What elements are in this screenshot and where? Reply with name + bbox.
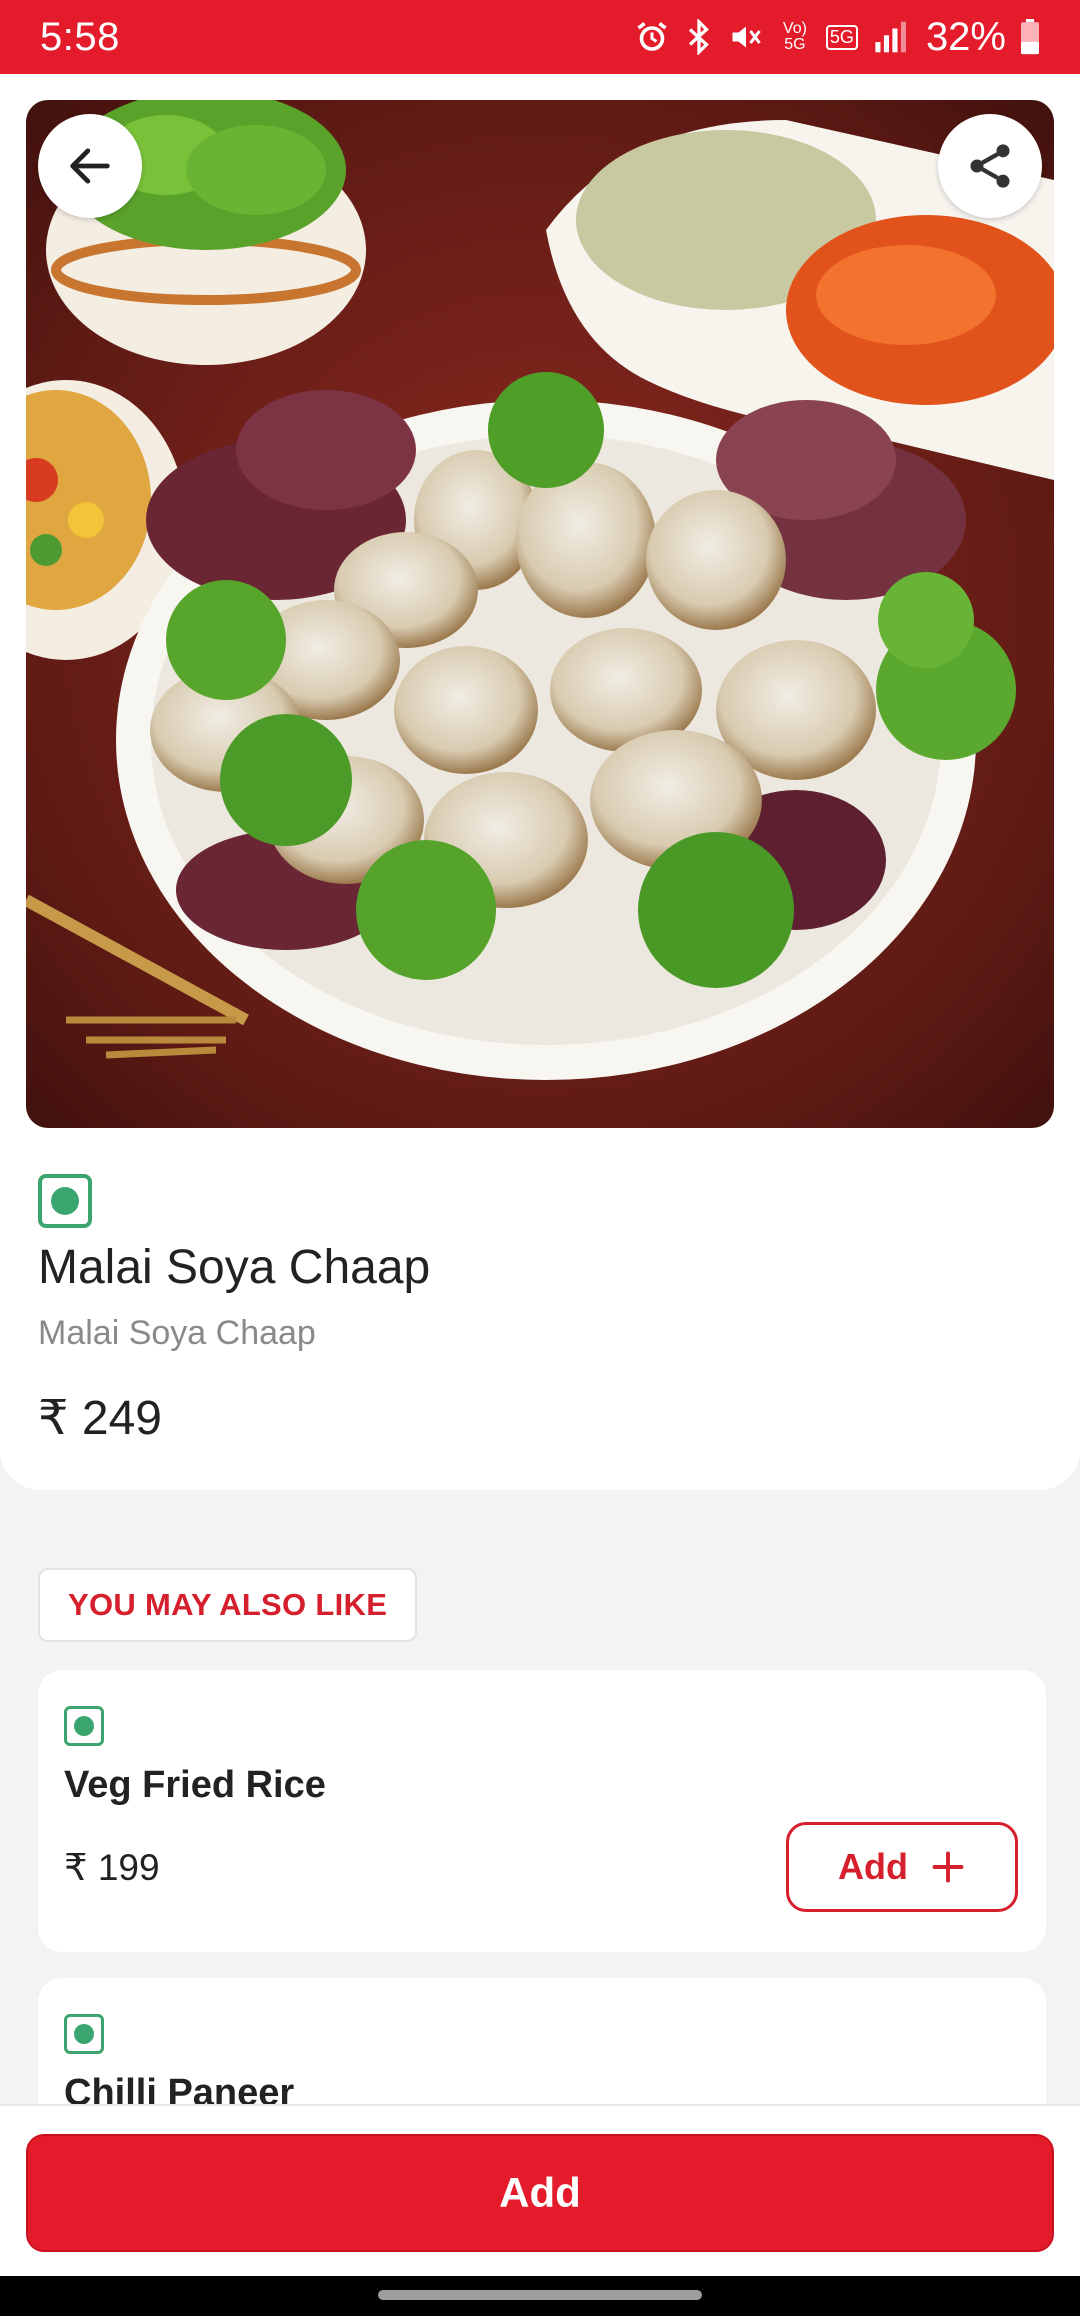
add-to-cart-button[interactable]: Add — [26, 2134, 1054, 2252]
arrow-left-icon — [70, 148, 110, 184]
veg-indicator-icon — [64, 2014, 104, 2054]
share-icon — [970, 144, 1010, 188]
network-type-label: 5G — [825, 24, 858, 50]
status-icons: Vo) 5G 5G 32% — [634, 15, 1040, 60]
battery-percent: 32% — [925, 14, 1006, 59]
back-button[interactable] — [38, 114, 142, 218]
bottom-action-bar: Add — [0, 2104, 1080, 2276]
add-button-label: Add — [838, 1846, 908, 1887]
add-veg-fried-rice-button[interactable]: Add — [786, 1822, 1018, 1912]
dish-description: Malai Soya Chaap — [38, 1314, 316, 1352]
product-card: Malai Soya Chaap Malai Soya Chaap ₹ 249 — [0, 74, 1080, 1490]
product-image — [26, 100, 1054, 1128]
recommendations-heading: YOU MAY ALSO LIKE — [38, 1568, 418, 1642]
veg-indicator-icon — [64, 1706, 104, 1746]
gesture-nav-bar — [0, 2276, 1080, 2316]
recommendation-name: Veg Fried Rice — [64, 1764, 326, 1806]
status-time: 5:58 — [40, 14, 120, 59]
plus-icon — [932, 1851, 964, 1883]
home-indicator[interactable] — [378, 2290, 702, 2300]
status-bar: 5:58 Vo) 5G 5G 32% — [0, 0, 1080, 74]
volte-label: Vo) 5G — [782, 20, 807, 53]
battery-icon — [1021, 19, 1039, 55]
recommendation-price: ₹ 199 — [64, 1847, 160, 1888]
share-button[interactable] — [938, 114, 1042, 218]
alarm-icon — [637, 22, 667, 51]
signal-icon — [875, 21, 906, 53]
dish-price: ₹ 249 — [38, 1392, 162, 1445]
recommendation-card[interactable]: Veg Fried Rice ₹ 199 Add — [38, 1670, 1046, 1952]
bluetooth-icon — [688, 19, 709, 55]
mute-icon — [732, 26, 761, 48]
dish-name: Malai Soya Chaap — [38, 1241, 431, 1294]
veg-indicator-icon — [38, 1174, 92, 1228]
